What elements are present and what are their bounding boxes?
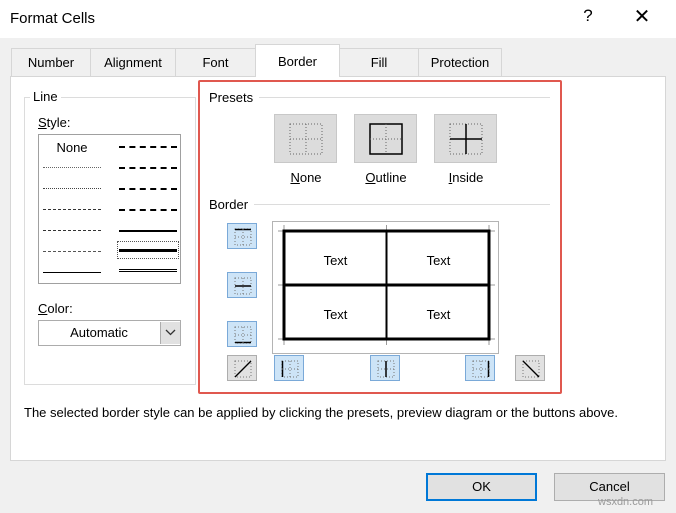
style-medium-option[interactable] xyxy=(119,230,177,232)
preview-cell-text: Text xyxy=(426,253,451,268)
left-border-button[interactable] xyxy=(274,355,304,381)
style-medium-dashed-option[interactable] xyxy=(119,209,177,211)
inside-vertical-border-button[interactable] xyxy=(370,355,400,381)
color-label: Color: xyxy=(38,301,73,316)
inside-horizontal-border-icon xyxy=(234,277,252,295)
chevron-down-icon[interactable] xyxy=(160,322,180,344)
diagonal-up-border-icon xyxy=(234,360,252,378)
color-dropdown[interactable]: Automatic xyxy=(38,320,181,346)
presets-group-label: Presets xyxy=(206,90,257,105)
top-border-icon xyxy=(234,228,252,246)
right-border-icon xyxy=(472,360,490,378)
preview-cell-text: Text xyxy=(323,307,348,322)
preset-inside-button[interactable] xyxy=(434,114,497,163)
title-bar xyxy=(0,0,676,38)
bottom-border-button[interactable] xyxy=(227,321,257,347)
style-thin-option[interactable] xyxy=(43,272,101,273)
help-button[interactable]: ? xyxy=(578,6,598,26)
tab-font[interactable]: Font xyxy=(175,48,256,76)
preset-inside-label: Inside xyxy=(448,170,484,185)
diagonal-up-border-button[interactable] xyxy=(227,355,257,381)
diagonal-down-border-icon xyxy=(522,360,540,378)
preview-cell-text: Text xyxy=(426,307,451,322)
border-preview[interactable]: Text Text Text Text xyxy=(272,221,499,354)
hint-text: The selected border style can be applied… xyxy=(24,405,619,420)
right-border-button[interactable] xyxy=(465,355,495,381)
preset-none-label: None xyxy=(290,170,322,185)
preset-outline-label: Outline xyxy=(365,170,407,185)
bottom-border-icon xyxy=(234,326,252,344)
inside-vertical-border-icon xyxy=(377,360,395,378)
preset-none-button[interactable] xyxy=(274,114,337,163)
preset-none-icon xyxy=(289,123,323,155)
style-hair-option[interactable] xyxy=(43,167,101,168)
style-slant-dash-dot-option[interactable] xyxy=(119,167,177,169)
style-none-option[interactable]: None xyxy=(39,140,105,155)
style-label: Style: xyxy=(38,115,71,130)
style-dash-dot-dot-option[interactable] xyxy=(43,209,101,210)
dialog-title: Format Cells xyxy=(10,10,96,27)
ok-button[interactable]: OK xyxy=(426,473,537,501)
border-group-label: Border xyxy=(206,197,252,212)
style-medium-dash-dot-option[interactable] xyxy=(119,188,177,190)
tab-alignment[interactable]: Alignment xyxy=(90,48,176,76)
style-medium-dash-dot-dot-option[interactable] xyxy=(119,146,177,148)
style-dashed-option[interactable] xyxy=(43,251,101,252)
style-dotted-option[interactable] xyxy=(43,188,101,189)
footer-divider xyxy=(0,462,676,463)
close-button[interactable]: ✕ xyxy=(630,4,654,29)
left-border-icon xyxy=(281,360,299,378)
style-thick-option[interactable] xyxy=(119,249,177,252)
tab-fill[interactable]: Fill xyxy=(339,48,419,76)
border-divider xyxy=(254,204,550,205)
preset-outline-button[interactable] xyxy=(354,114,417,163)
preview-cell-text: Text xyxy=(323,253,348,268)
preset-outline-icon xyxy=(369,123,403,155)
presets-divider xyxy=(259,97,550,98)
preview-grid xyxy=(278,225,495,345)
line-style-list[interactable]: None xyxy=(38,134,181,284)
top-border-button[interactable] xyxy=(227,223,257,249)
tab-number[interactable]: Number xyxy=(11,48,91,76)
line-group-label: Line xyxy=(30,89,61,104)
color-value: Automatic xyxy=(70,325,128,340)
watermark: wsxdn.com xyxy=(598,496,654,508)
tab-border[interactable]: Border xyxy=(255,44,340,77)
inside-horizontal-border-button[interactable] xyxy=(227,272,257,298)
diagonal-down-border-button[interactable] xyxy=(515,355,545,381)
style-dash-dot-option[interactable] xyxy=(43,230,101,231)
style-double-option[interactable] xyxy=(119,269,177,272)
tab-protection[interactable]: Protection xyxy=(418,48,502,76)
preset-inside-icon xyxy=(449,123,483,155)
